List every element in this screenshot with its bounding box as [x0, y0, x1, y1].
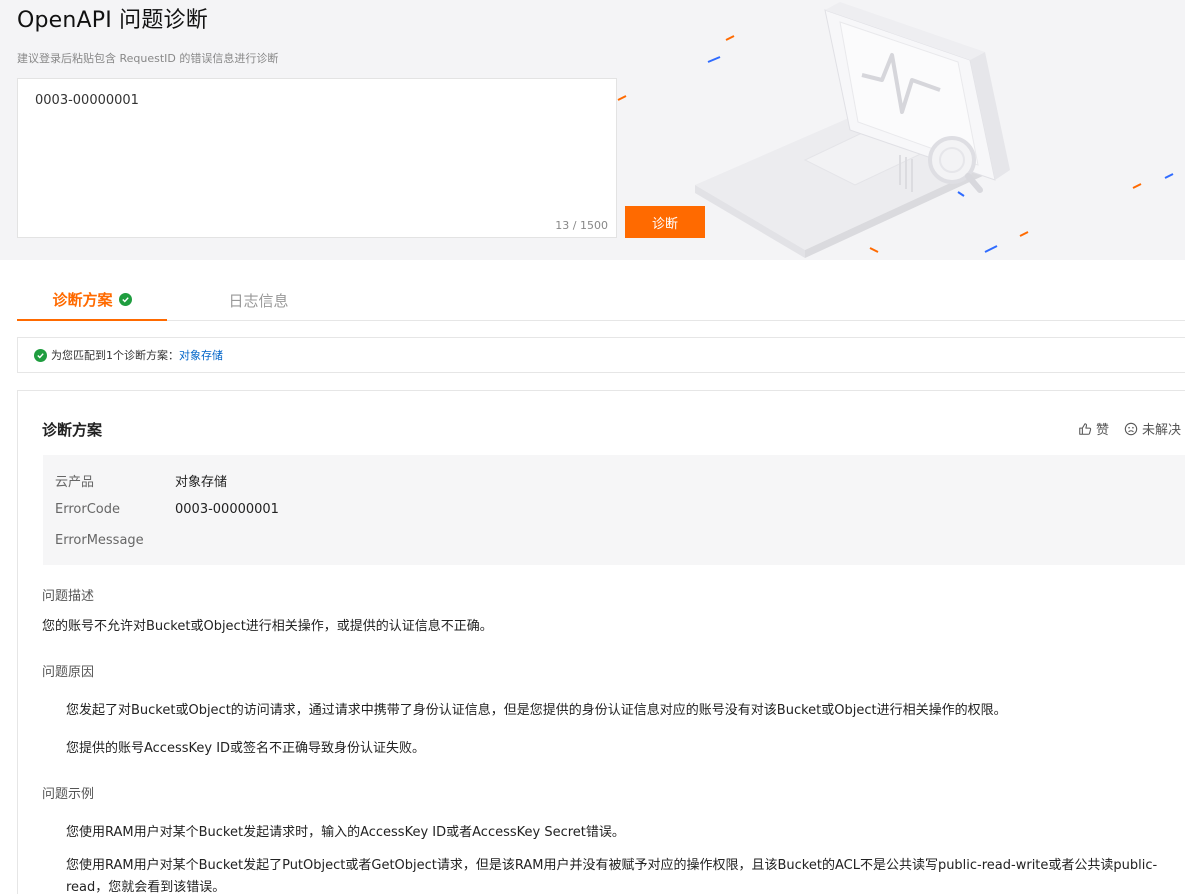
examples-heading: 问题示例 — [42, 787, 95, 802]
query-box: 0003-00000001 13 / 1500 — [17, 78, 617, 238]
cause-item: 您提供的账号AccessKey ID或签名不正确导致身份认证失败。 — [66, 741, 426, 756]
tab-logs[interactable]: 日志信息 — [167, 280, 350, 321]
info-label: ErrorCode — [55, 502, 120, 517]
check-circle-icon — [118, 293, 132, 306]
diagnose-button[interactable]: 诊断 — [625, 206, 705, 238]
info-value: 对象存储 — [175, 475, 228, 490]
matched-product-link[interactable]: 对象存储 — [179, 347, 223, 363]
description-text: 您的账号不允许对Bucket或Object进行相关操作，或提供的认证信息不正确。 — [42, 619, 493, 634]
cause-item: 您发起了对Bucket或Object的访问请求，通过请求中携带了身份认证信息，但… — [66, 703, 1007, 718]
result-tabs: 诊断方案 日志信息 — [17, 280, 1185, 321]
thumbs-up-icon — [1079, 422, 1092, 435]
info-label: 云产品 — [55, 475, 95, 490]
tab-diagnosis-label: 诊断方案 — [52, 291, 113, 309]
like-label: 赞 — [1096, 423, 1110, 438]
match-banner: 为您匹配到1个诊断方案： 对象存储 — [17, 337, 1185, 373]
match-banner-text: 为您匹配到1个诊断方案： — [51, 349, 179, 362]
page-subtitle: 建议登录后粘贴包含 RequestID 的错误信息进行诊断 — [17, 52, 279, 65]
check-circle-icon — [34, 348, 47, 362]
info-value: 0003-00000001 — [175, 502, 279, 517]
info-label: ErrorMessage — [55, 533, 144, 548]
solution-card: 诊断方案 赞 未解决 云产品 对象存储 ErrorCode 0003-00000… — [17, 390, 1185, 894]
description-heading: 问题描述 — [42, 589, 95, 604]
request-id-input[interactable]: 0003-00000001 — [18, 79, 616, 209]
like-button[interactable]: 赞 — [1078, 419, 1109, 438]
page-title: OpenAPI 问题诊断 — [17, 8, 208, 33]
info-table: 云产品 对象存储 ErrorCode 0003-00000001 ErrorMe… — [43, 455, 1185, 565]
hero-banner: OpenAPI 问题诊断 建议登录后粘贴包含 RequestID 的错误信息进行… — [0, 0, 1185, 260]
example-item: 您使用RAM用户对某个Bucket发起了PutObject或者GetObject… — [66, 858, 1158, 894]
example-item: 您使用RAM用户对某个Bucket发起请求时，输入的AccessKey ID或者… — [66, 825, 625, 840]
char-counter: 13 / 1500 — [555, 219, 608, 232]
tab-logs-label: 日志信息 — [228, 292, 289, 310]
solution-title: 诊断方案 — [42, 421, 103, 439]
causes-heading: 问题原因 — [42, 665, 95, 680]
unsolved-label: 未解决 — [1142, 423, 1182, 438]
frown-face-icon — [1124, 422, 1138, 435]
tab-diagnosis[interactable]: 诊断方案 — [17, 280, 167, 321]
unsolved-button[interactable]: 未解决 — [1124, 419, 1181, 438]
